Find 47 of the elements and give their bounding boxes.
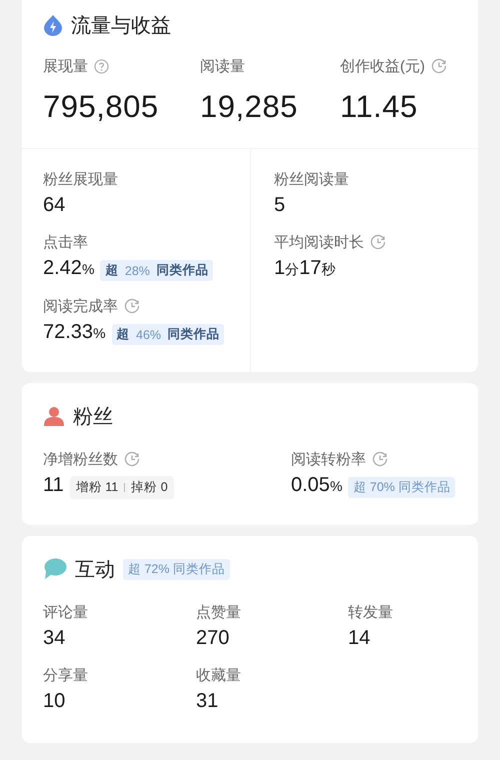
metric-value: 34 [43,627,66,650]
clock-icon[interactable] [370,234,386,250]
section-title: 流量与收益 [71,14,171,38]
metric-value: 64 [43,194,66,217]
metric-value: 10 [43,690,66,713]
metric-label: 创作收益(元) [340,56,425,76]
comparison-badge: 超 46% 同类作品 [112,324,224,345]
metric-value: 2.42% [43,257,94,280]
metric-label: 阅读量 [200,56,245,76]
help-icon[interactable] [94,58,109,74]
comparison-badge: 超 28% 同类作品 [100,260,214,281]
metric-label: 分享量 [43,666,88,684]
metric-value: 72.33% [43,321,106,344]
metric-value: 5 [274,194,286,217]
clock-icon[interactable] [124,451,140,467]
metric-label: 点击率 [43,232,88,252]
metric-value: 19,285 [200,89,298,125]
metric-value: 11.45 [340,89,418,125]
comparison-badge: 超 70% 同类作品 [348,477,456,498]
metric-label: 粉丝阅读量 [274,170,349,188]
metric-value: 270 [196,627,230,650]
metric-value: 14 [348,627,370,650]
clock-icon[interactable] [431,58,447,74]
metric-value: 11 [43,474,64,497]
clock-icon[interactable] [124,298,140,314]
chat-bubble-icon [44,558,66,579]
clock-icon[interactable] [372,451,388,467]
comparison-badge: 超 72% 同类作品 [123,558,230,580]
metric-label: 阅读完成率 [43,296,118,316]
fan-change-breakdown: 增粉 11 掉粉 0 [70,476,174,499]
bolt-icon [44,15,62,36]
metric-value: 31 [196,690,218,713]
metric-value: 795,805 [43,89,159,125]
metric-label: 点赞量 [196,602,241,622]
metric-label: 收藏量 [196,666,241,684]
section-title: 互动 [75,558,115,582]
metric-label: 净增粉丝数 [43,450,118,468]
metric-label: 评论量 [43,602,88,622]
metric-label: 粉丝展现量 [43,170,118,188]
metric-label: 平均阅读时长 [274,232,364,252]
metric-value: 0.05% [291,474,342,497]
person-icon [44,407,64,426]
metric-label: 展现量 [43,56,88,76]
metric-value: 1分17秒 [274,257,336,280]
section-title: 粉丝 [73,404,113,430]
metric-label: 阅读转粉率 [291,450,366,468]
metric-label: 转发量 [348,602,393,622]
